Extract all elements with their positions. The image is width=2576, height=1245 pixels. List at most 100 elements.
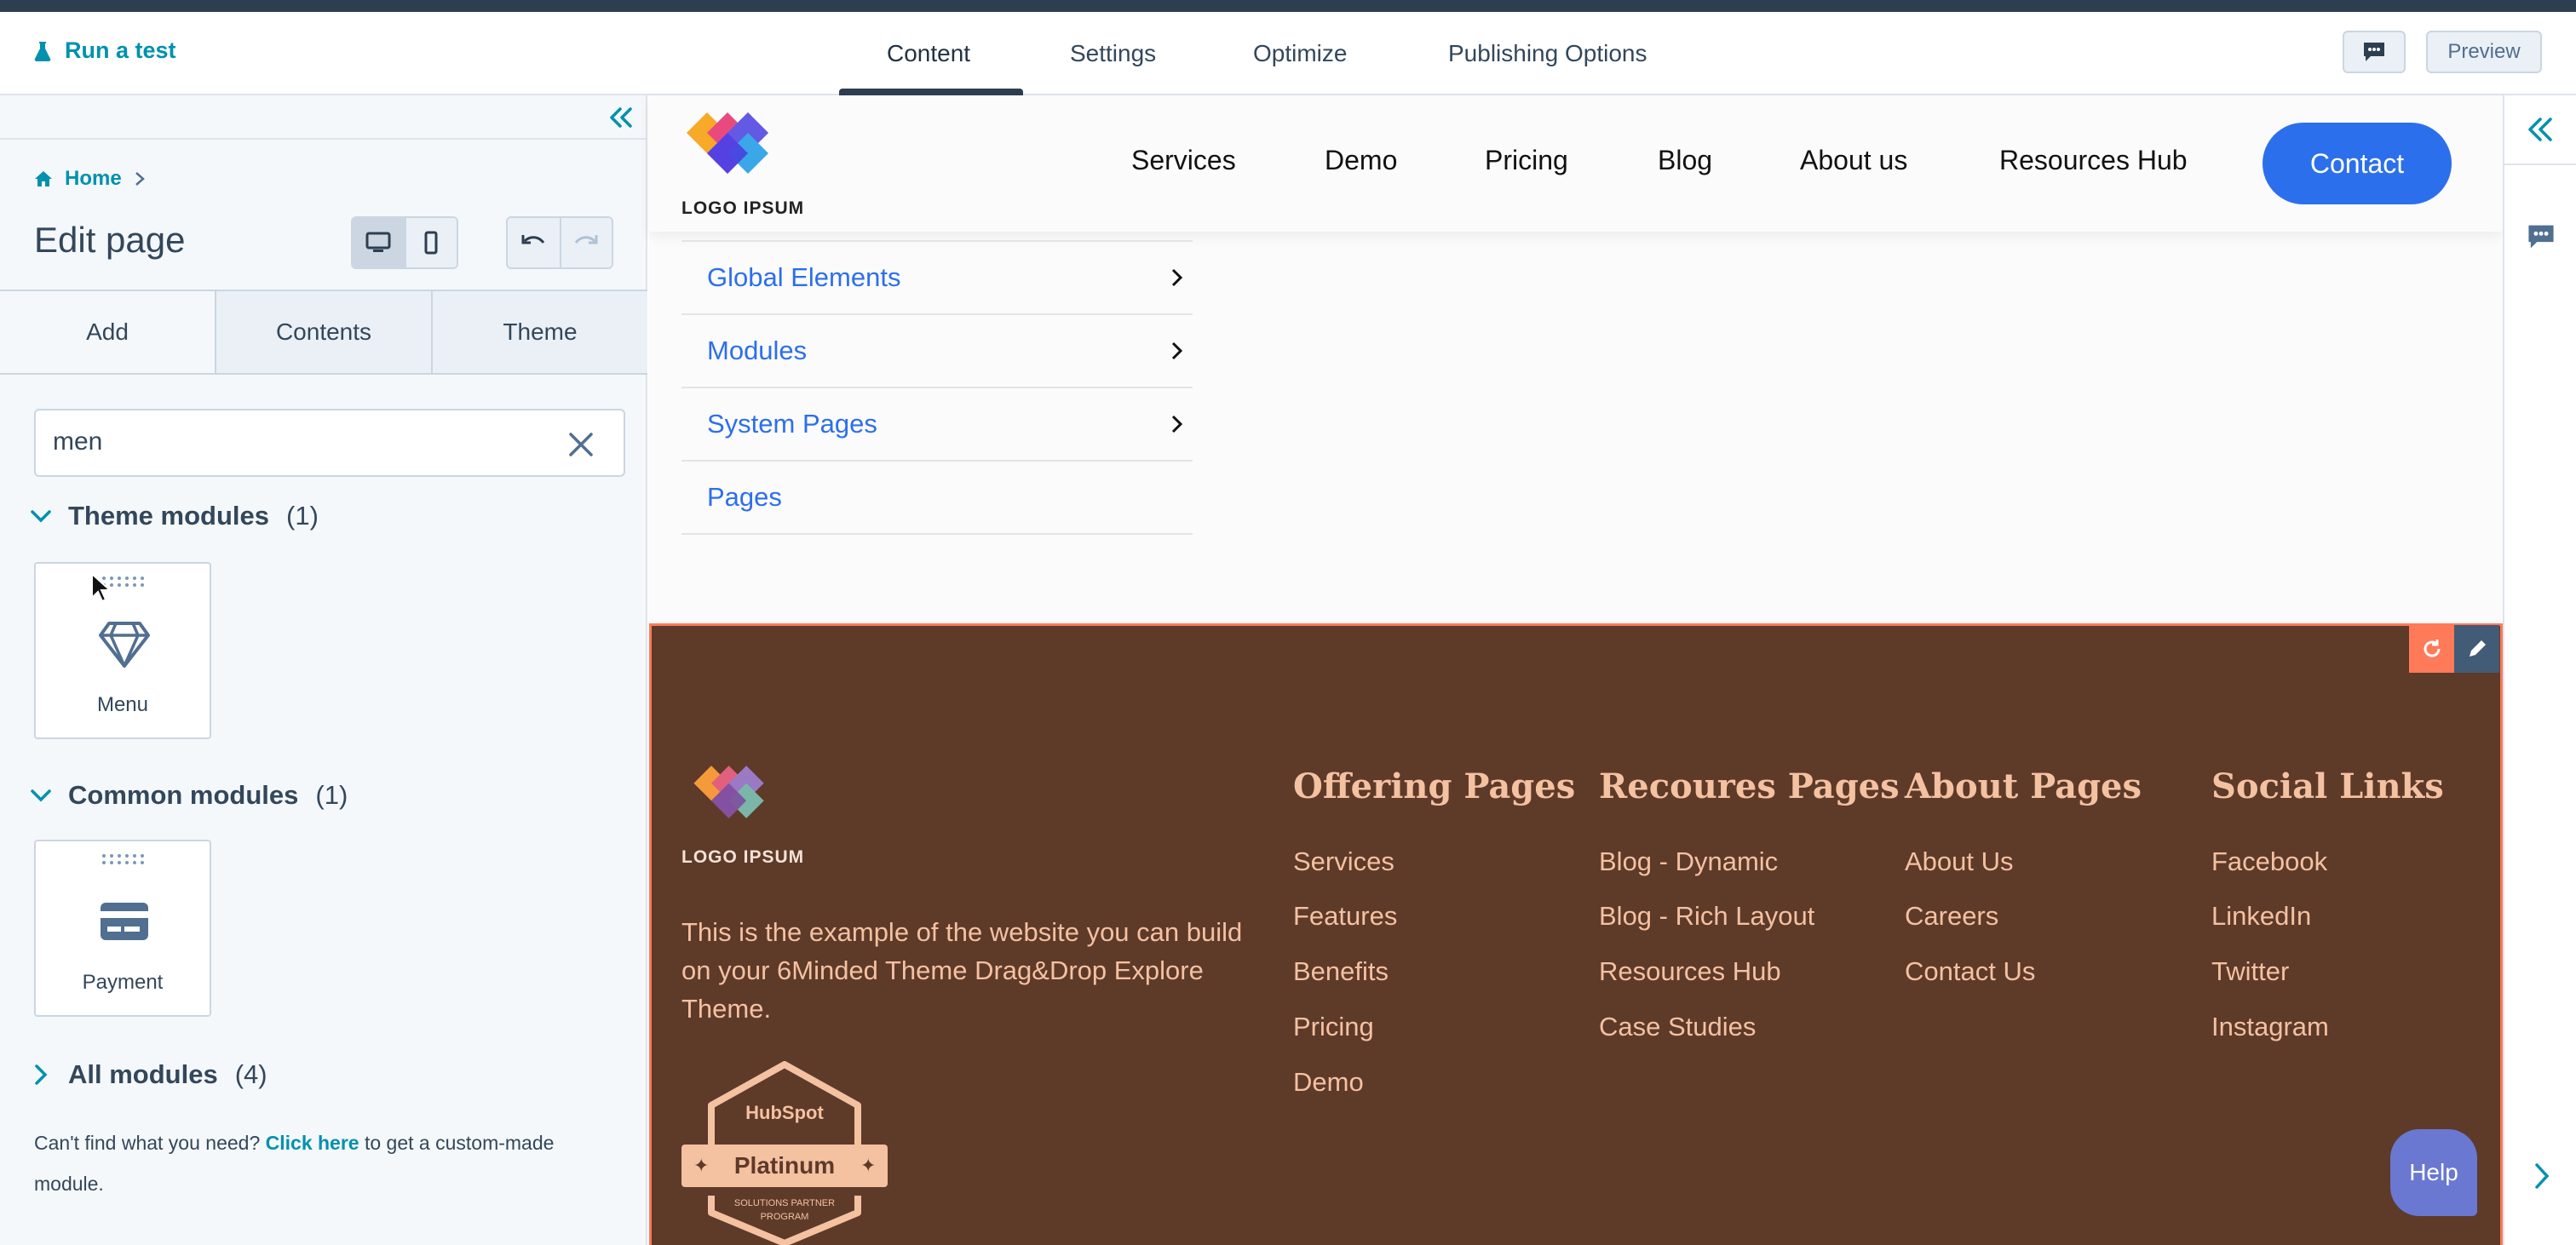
collapse-sidebar-icon[interactable]: [605, 102, 635, 133]
module-card-menu[interactable]: Menu: [34, 562, 211, 739]
tab-content[interactable]: Content: [887, 12, 970, 95]
diamond-icon: [99, 622, 150, 668]
badge-tier-text: Platinum: [734, 1152, 835, 1179]
redo-button[interactable]: [559, 218, 612, 267]
footer-link[interactable]: Contact Us: [1905, 956, 2035, 987]
footer-link[interactable]: Features: [1293, 901, 1397, 932]
sidebar-tab-contents-label: Contents: [275, 318, 372, 345]
refresh-icon: [2424, 640, 2441, 657]
run-a-test-label: Run a test: [65, 37, 176, 63]
footer-link[interactable]: Blog - Dynamic: [1599, 846, 1778, 877]
tab-settings[interactable]: Settings: [1070, 12, 1156, 95]
custom-module-help: Can't find what you need? Click here to …: [34, 1122, 613, 1204]
chevron-right-icon: [1171, 268, 1183, 287]
common-modules-count: (1): [315, 780, 348, 810]
run-a-test-button[interactable]: Run a test: [34, 37, 176, 64]
all-modules-header[interactable]: All modules (4): [31, 1059, 267, 1090]
sidebar-tab-theme-label: Theme: [503, 318, 578, 345]
theme-modules-count: (1): [286, 501, 319, 531]
badge-sub1-text: SOLUTIONS PARTNER: [734, 1198, 835, 1208]
footer-link[interactable]: Pricing: [1293, 1012, 1374, 1042]
comment-icon[interactable]: [2527, 223, 2556, 250]
header-logo[interactable]: LOGO IPSUM: [681, 107, 809, 219]
theme-modules-header[interactable]: Theme modules (1): [31, 501, 319, 531]
nav-link-resources-hub[interactable]: Resources Hub: [1999, 145, 2188, 176]
breadcrumb: Home: [34, 167, 146, 191]
sidebar-tab-contents[interactable]: Contents: [215, 291, 431, 373]
footer-link[interactable]: Facebook: [2211, 846, 2327, 877]
chevron-down-icon: [31, 510, 51, 523]
help-widget-button[interactable]: Help: [2390, 1129, 2477, 1216]
chevron-right-icon: [135, 172, 145, 186]
desktop-icon: [365, 232, 391, 252]
footer-link[interactable]: Resources Hub: [1599, 956, 1781, 987]
chevron-down-icon: [31, 789, 51, 802]
footer-logo[interactable]: LOGO IPSUM: [681, 761, 809, 868]
footer-description: This is the example of the website you c…: [681, 917, 1243, 1024]
payment-card-icon: [101, 903, 148, 940]
undo-button[interactable]: [508, 218, 560, 267]
footer-link[interactable]: Demo: [1293, 1067, 1364, 1098]
footer-link[interactable]: Case Studies: [1599, 1012, 1756, 1042]
footer-link[interactable]: Services: [1293, 846, 1394, 877]
mouse-cursor-icon: [91, 572, 111, 603]
module-card-label: Menu: [96, 693, 149, 716]
footer-link[interactable]: Twitter: [2211, 956, 2289, 987]
chevron-right-icon[interactable]: [2530, 1162, 2554, 1190]
contact-button[interactable]: Contact: [2263, 123, 2452, 204]
tab-settings-label: Settings: [1070, 40, 1157, 66]
click-here-link[interactable]: Click here: [266, 1132, 359, 1154]
sidebar-tab-theme[interactable]: Theme: [431, 291, 647, 373]
sitemap-item-label: Pages: [707, 482, 782, 512]
drag-handle-icon: [102, 854, 144, 864]
module-search-input[interactable]: [34, 409, 625, 477]
tab-publishing-options[interactable]: Publishing Options: [1448, 12, 1647, 95]
footer-heading-social: Social Links: [2211, 766, 2444, 806]
clear-search-icon[interactable]: [566, 429, 596, 460]
tab-optimize[interactable]: Optimize: [1253, 12, 1347, 95]
undo-icon: [521, 235, 545, 244]
desktop-view-button[interactable]: [353, 218, 405, 267]
module-search-value: men: [53, 427, 103, 456]
footer-link[interactable]: Benefits: [1293, 956, 1389, 987]
site-header: [649, 95, 2503, 232]
flask-icon: [34, 41, 51, 61]
preview-label: Preview: [2447, 40, 2521, 63]
sitemap-item-system-pages[interactable]: System Pages: [681, 388, 1193, 462]
footer-logo-mark-icon: [693, 766, 764, 818]
preview-button[interactable]: Preview: [2426, 31, 2542, 73]
sitemap-item-label: Global Elements: [707, 262, 901, 292]
common-modules-label: Common modules: [68, 780, 299, 810]
replace-module-button[interactable]: [2409, 625, 2454, 673]
nav-link-blog[interactable]: Blog: [1658, 145, 1712, 176]
contact-label: Contact: [2309, 147, 2405, 179]
right-rail: [2503, 95, 2576, 1245]
mobile-icon: [424, 231, 438, 255]
expand-panel-icon[interactable]: [2525, 114, 2556, 145]
nav-link-services[interactable]: Services: [1131, 145, 1236, 176]
all-modules-count: (4): [234, 1059, 267, 1089]
sitemap-item-modules[interactable]: Modules: [681, 315, 1193, 388]
edit-module-button[interactable]: [2454, 625, 2499, 673]
footer-link[interactable]: Careers: [1905, 901, 1998, 932]
common-modules-header[interactable]: Common modules (1): [31, 780, 348, 811]
nav-link-about-us[interactable]: About us: [1800, 145, 1907, 176]
footer-link[interactable]: Instagram: [2211, 1012, 2329, 1042]
footer-link[interactable]: LinkedIn: [2211, 901, 2311, 932]
comments-button[interactable]: [2343, 31, 2406, 73]
sitemap-item-global-elements[interactable]: Global Elements: [681, 242, 1193, 315]
window-top-strip: [0, 0, 2576, 12]
sitemap-item-label: Modules: [707, 336, 808, 365]
sidebar-tab-add[interactable]: Add: [0, 291, 215, 373]
footer-link[interactable]: About Us: [1905, 846, 2014, 877]
chevron-right-icon: [1171, 415, 1183, 433]
sitemap-item-pages[interactable]: Pages: [681, 462, 1193, 535]
header-logo-text: LOGO IPSUM: [681, 198, 805, 218]
help-prefix: Can't find what you need?: [34, 1132, 261, 1154]
nav-link-pricing[interactable]: Pricing: [1485, 145, 1568, 176]
mobile-view-button[interactable]: [404, 218, 457, 267]
nav-link-demo[interactable]: Demo: [1325, 145, 1397, 176]
footer-link[interactable]: Blog - Rich Layout: [1599, 901, 1814, 932]
module-card-payment[interactable]: Payment: [34, 840, 211, 1017]
breadcrumb-home-link[interactable]: Home: [65, 167, 122, 191]
